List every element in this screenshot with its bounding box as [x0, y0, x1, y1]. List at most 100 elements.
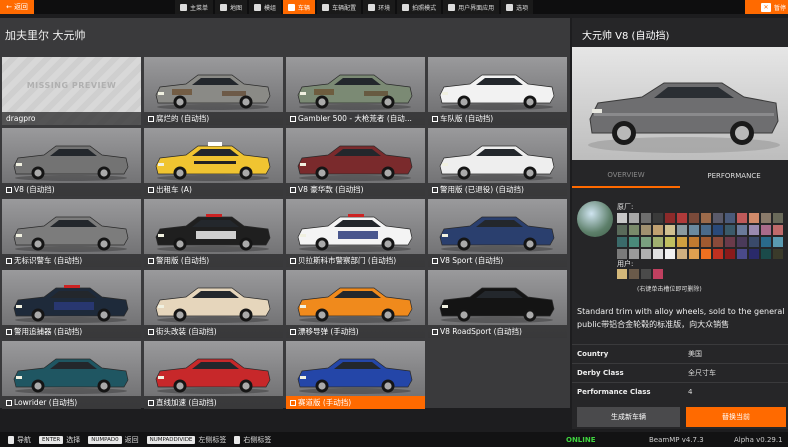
color-swatch[interactable] — [689, 213, 699, 223]
vehicle-config-card[interactable]: 出租车 (A) — [144, 128, 283, 196]
color-swatch[interactable] — [641, 225, 651, 235]
menu-item-4[interactable]: 车辆配置 — [317, 0, 362, 14]
color-swatch[interactable] — [617, 225, 627, 235]
color-swatch[interactable] — [617, 237, 627, 247]
color-swatch[interactable] — [653, 237, 663, 247]
config-grid: MISSING PREVIEW dragpro 腐烂的 (自动挡) Gambler 5… — [2, 57, 568, 409]
color-swatch[interactable] — [725, 225, 735, 235]
color-swatch[interactable] — [641, 237, 651, 247]
vehicle-config-card[interactable]: V8 RoadSport (自动挡) — [428, 270, 567, 338]
color-swatch[interactable] — [713, 213, 723, 223]
tab-performance[interactable]: PERFORMANCE — [680, 164, 788, 188]
color-swatch[interactable] — [773, 237, 783, 247]
color-swatch[interactable] — [641, 249, 651, 259]
user-color-swatch[interactable] — [653, 269, 663, 279]
vehicle-config-card[interactable]: Gambler 500 - 大枪荒者 (自动... — [286, 57, 425, 125]
menu-item-label: 选项 — [516, 4, 529, 12]
color-swatch[interactable] — [617, 213, 627, 223]
tab-overview[interactable]: OVERVIEW — [572, 164, 680, 188]
color-swatch[interactable] — [665, 249, 675, 259]
vehicle-config-card[interactable]: MISSING PREVIEW dragpro — [2, 57, 141, 125]
color-swatch[interactable] — [749, 225, 759, 235]
vehicle-config-card[interactable]: 警用版 (已退役) (自动挡) — [428, 128, 567, 196]
color-swatch[interactable] — [677, 249, 687, 259]
color-swatch[interactable] — [677, 213, 687, 223]
vehicle-config-card[interactable]: 漂移导弹 (手动挡) — [286, 270, 425, 338]
menu-item-7[interactable]: 用户界面应用 — [443, 0, 500, 14]
color-swatch[interactable] — [689, 249, 699, 259]
vehicle-config-card[interactable]: 贝拉斯科市警察部门 (自动挡) — [286, 199, 425, 267]
vehicle-config-card[interactable]: 腐烂的 (自动挡) — [144, 57, 283, 125]
color-swatch[interactable] — [761, 213, 771, 223]
color-swatch[interactable] — [749, 249, 759, 259]
color-swatch[interactable] — [653, 249, 663, 259]
color-swatch[interactable] — [737, 237, 747, 247]
color-swatch[interactable] — [713, 237, 723, 247]
card-caption: 无标识警车 (自动挡) — [2, 254, 141, 267]
color-swatch[interactable] — [665, 213, 675, 223]
vehicle-config-card[interactable]: 无标识警车 (自动挡) — [2, 199, 141, 267]
color-swatch[interactable] — [761, 225, 771, 235]
color-swatch[interactable] — [701, 225, 711, 235]
color-swatch[interactable] — [761, 237, 771, 247]
color-swatch[interactable] — [629, 225, 639, 235]
menu-item-0[interactable]: 主菜单 — [175, 0, 214, 14]
color-swatch[interactable] — [713, 225, 723, 235]
color-swatch[interactable] — [701, 249, 711, 259]
vehicle-config-card[interactable]: V8 (自动挡) — [2, 128, 141, 196]
menu-item-1[interactable]: 地图 — [215, 0, 248, 14]
color-swatch[interactable] — [725, 249, 735, 259]
vehicle-config-card[interactable]: 警用版 (自动挡) — [144, 199, 283, 267]
menu-item-5[interactable]: 环境 — [363, 0, 396, 14]
color-swatch[interactable] — [737, 249, 747, 259]
info-value: 4 — [688, 388, 693, 396]
color-swatch[interactable] — [665, 225, 675, 235]
vehicle-config-card[interactable]: 直线加速 (自动挡) — [144, 341, 283, 409]
vehicle-config-card[interactable]: 赛道版 (手动挡) — [286, 341, 425, 409]
color-swatch[interactable] — [749, 213, 759, 223]
color-swatch[interactable] — [629, 237, 639, 247]
menu-item-8[interactable]: 选项 — [501, 0, 534, 14]
vehicle-config-card[interactable]: V8 豪华款 (自动挡) — [286, 128, 425, 196]
color-swatch[interactable] — [761, 249, 771, 259]
user-color-swatch[interactable] — [629, 269, 639, 279]
color-swatch[interactable] — [737, 225, 747, 235]
color-swatch[interactable] — [725, 237, 735, 247]
user-color-swatch[interactable] — [617, 269, 627, 279]
color-swatch[interactable] — [677, 237, 687, 247]
replace-current-button[interactable]: 替换当前 — [686, 407, 786, 427]
color-swatch[interactable] — [665, 237, 675, 247]
color-swatch[interactable] — [701, 213, 711, 223]
color-swatch[interactable] — [737, 213, 747, 223]
color-swatch[interactable] — [773, 249, 783, 259]
color-swatch[interactable] — [701, 237, 711, 247]
color-swatch[interactable] — [713, 249, 723, 259]
pause-button[interactable]: ✕ 暂停 — [745, 0, 788, 14]
color-swatch[interactable] — [689, 225, 699, 235]
vehicle-config-card[interactable]: 警用追捕器 (自动挡) — [2, 270, 141, 338]
color-swatch[interactable] — [629, 249, 639, 259]
color-swatch[interactable] — [749, 237, 759, 247]
control-hint: NUMPAD0 返回 — [88, 435, 139, 445]
back-button[interactable]: ← 返回 — [0, 0, 34, 14]
spawn-new-button[interactable]: 生成新车辆 — [577, 407, 680, 427]
color-swatch[interactable] — [617, 249, 627, 259]
color-swatch[interactable] — [689, 237, 699, 247]
color-swatch[interactable] — [725, 213, 735, 223]
menu-item-2[interactable]: 模组 — [249, 0, 282, 14]
card-caption: Lowrider (自动挡) — [2, 396, 141, 409]
color-swatch[interactable] — [773, 213, 783, 223]
vehicle-config-card[interactable]: Lowrider (自动挡) — [2, 341, 141, 409]
vehicle-config-card[interactable]: 车队版 (自动挡) — [428, 57, 567, 125]
color-swatch[interactable] — [773, 225, 783, 235]
vehicle-config-card[interactable]: V8 Sport (自动挡) — [428, 199, 567, 267]
color-swatch[interactable] — [629, 213, 639, 223]
menu-item-3[interactable]: 车辆 — [283, 0, 316, 14]
color-swatch[interactable] — [653, 213, 663, 223]
menu-item-6[interactable]: 拍照模式 — [397, 0, 442, 14]
color-swatch[interactable] — [653, 225, 663, 235]
vehicle-config-card[interactable]: 街头改装 (自动挡) — [144, 270, 283, 338]
color-swatch[interactable] — [641, 213, 651, 223]
user-color-swatch[interactable] — [641, 269, 651, 279]
color-swatch[interactable] — [677, 225, 687, 235]
